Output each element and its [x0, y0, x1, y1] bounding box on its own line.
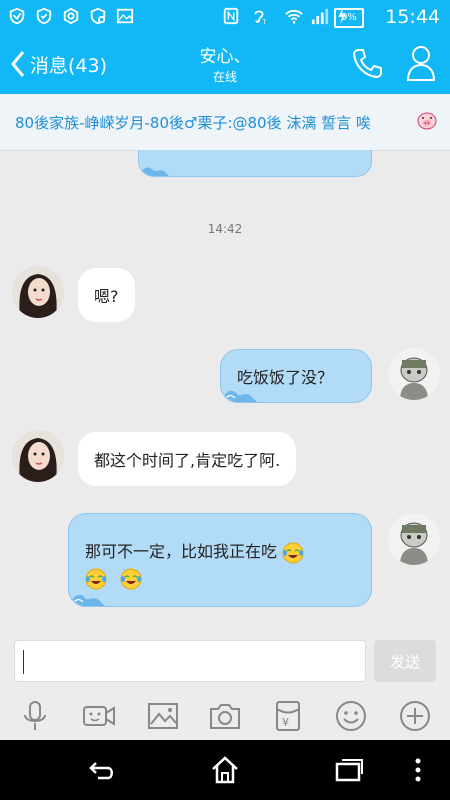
hearing-icon: T: [254, 10, 267, 25]
avatar-self[interactable]: [388, 348, 440, 400]
avatar-self-partial: [392, 150, 432, 160]
status-bar: T 9% 15:44: [0, 0, 450, 34]
shield-icon: [9, 7, 25, 25]
self-photo: [388, 513, 440, 565]
pig-emoji-icon: [417, 112, 437, 130]
message-text-line: 那可不一定，比如我正在吃: [85, 538, 304, 564]
message-text: 都这个时间了,肯定吃了阿.: [94, 451, 281, 470]
recent-apps-icon[interactable]: [332, 754, 366, 786]
send-button[interactable]: 发送: [374, 640, 436, 682]
contact-photo: [12, 266, 64, 318]
emoji-icon[interactable]: [334, 700, 368, 732]
avatar-contact[interactable]: [12, 430, 64, 482]
timestamp: 14:42: [207, 222, 243, 236]
message-outgoing[interactable]: 那可不一定，比如我正在吃: [68, 513, 372, 607]
laugh-cry-emoji-icon: [120, 568, 142, 590]
back-icon[interactable]: [84, 754, 118, 786]
menu-icon[interactable]: [410, 754, 426, 786]
wave-decoration-icon: [221, 390, 257, 402]
shield-check-icon: [36, 7, 52, 25]
home-icon[interactable]: [208, 754, 242, 786]
laugh-cry-emoji-icon: [282, 542, 304, 563]
avatar-self[interactable]: [388, 513, 440, 565]
message-input[interactable]: [14, 640, 366, 682]
chat-header: 消息(43) 安心、 在线: [0, 34, 450, 94]
hexagon-icon: [63, 7, 79, 25]
input-bar: 发送: [0, 630, 450, 692]
text-caret: [23, 650, 24, 674]
red-packet-icon[interactable]: ¥: [271, 700, 305, 732]
microphone-icon[interactable]: [18, 700, 52, 732]
picture-icon[interactable]: [146, 700, 180, 732]
message-incoming[interactable]: 嗯?: [78, 268, 135, 322]
image-icon: [116, 8, 134, 24]
message-incoming[interactable]: 都这个时间了,肯定吃了阿.: [78, 432, 297, 486]
chat-toolbar: ¥: [0, 692, 450, 740]
video-icon[interactable]: [82, 700, 116, 732]
phone-icon[interactable]: [350, 46, 384, 80]
avatar-contact[interactable]: [12, 266, 64, 318]
self-photo: [388, 348, 440, 400]
system-nav-bar: [0, 740, 450, 800]
camera-icon[interactable]: [208, 700, 242, 732]
message-text: 那可不一定，比如我正在吃: [85, 542, 278, 561]
svg-text:T: T: [262, 19, 267, 25]
nfc-icon: [223, 7, 239, 25]
clock: 15:44: [385, 6, 440, 28]
wave-decoration-icon: [139, 167, 169, 176]
plus-icon[interactable]: [398, 700, 432, 732]
message-outgoing[interactable]: 吃饭饭了没？: [220, 349, 372, 403]
svg-text:¥: ¥: [282, 716, 289, 729]
group-banner[interactable]: 80後家族-峥嵘岁月-80後♂栗子:@80後 沫漓 誓言 唉: [0, 94, 450, 151]
wifi-icon: [285, 9, 303, 24]
banner-text: 80後家族-峥嵘岁月-80後♂栗子:@80後 沫漓 誓言 唉: [15, 114, 371, 132]
partial-message-bubble: [138, 150, 372, 177]
contact-photo: [12, 430, 64, 482]
profile-icon[interactable]: [404, 44, 438, 82]
signal-icon: [311, 8, 329, 25]
shield-settings-icon: [90, 7, 106, 25]
wave-decoration-icon: [69, 594, 105, 606]
message-text: 嗯?: [94, 287, 119, 306]
battery-level: 9%: [334, 8, 364, 28]
